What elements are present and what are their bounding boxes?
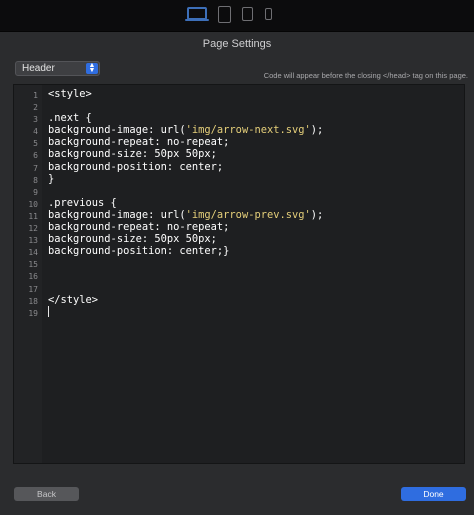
code-content[interactable]: <style> .next {background-image: url('img… [48,88,323,318]
code-text: background-image: url( [48,124,186,137]
line-numbers: 1 2 3 4 5 6 7 8 9 10 11 12 13 14 15 16 17 18 19 [14,90,38,320]
line-number: 2 [33,103,38,113]
line-number: 17 [28,284,38,294]
code-text: ); [310,124,324,137]
text-cursor [48,306,49,318]
code-text: background-repeat: no-repeat; [48,221,230,234]
code-line: background-position: center; [48,161,323,173]
line-number: 19 [28,308,38,318]
line-number: 11 [28,211,38,221]
line-number: 9 [33,187,38,197]
phone-icon[interactable] [265,8,272,20]
code-text: background-image: url( [48,208,186,221]
code-line: background-size: 50px 50px; [48,233,323,245]
code-line: background-position: center;} [48,245,323,257]
line-number: 5 [33,139,38,149]
code-line: .previous { [48,197,323,209]
line-number: 14 [28,248,38,258]
chevron-updown-icon: ▲ ▼ [86,62,98,74]
done-button[interactable]: Done [401,487,466,501]
code-text: .next { [48,112,92,125]
tablet-landscape-icon[interactable] [218,6,231,23]
code-text: .previous { [48,196,117,209]
tablet-portrait-icon[interactable] [242,7,253,21]
laptop-base [185,19,209,21]
code-text: </style> [48,293,99,306]
line-number: 18 [28,296,38,306]
line-number: 16 [28,272,38,282]
line-number: 7 [33,163,38,173]
line-number: 3 [33,115,38,125]
code-line: background-image: url('img/arrow-next.sv… [48,124,323,136]
code-text: background-size: 50px 50px; [48,148,217,161]
line-number: 15 [28,260,38,270]
code-line: } [48,173,323,185]
code-text: background-repeat: no-repeat; [48,136,230,149]
code-location-value: Header [22,63,55,74]
line-number: 4 [33,127,38,137]
code-line: background-repeat: no-repeat; [48,136,323,148]
code-line: </style> [48,294,323,306]
code-string: 'img/arrow-next.svg' [185,124,311,137]
line-number-gutter: 1 2 3 4 5 6 7 8 9 10 11 12 13 14 15 16 17 18 19 [14,85,42,463]
code-string: 'img/arrow-prev.svg' [185,208,311,221]
code-line [48,306,323,318]
code-placement-hint: Code will appear before the closing </he… [263,71,468,80]
code-line: <style> [48,88,323,100]
code-text: ); [310,208,324,221]
code-line: background-repeat: no-repeat; [48,221,323,233]
back-button[interactable]: Back [14,487,79,501]
code-text: background-position: center;} [48,245,230,258]
code-line: background-size: 50px 50px; [48,148,323,160]
code-text: background-position: center; [48,160,224,173]
line-number: 13 [28,236,38,246]
line-number: 6 [33,151,38,161]
line-number: 12 [28,224,38,234]
code-text: background-size: 50px 50px; [48,233,217,246]
code-text: } [48,172,55,185]
code-location-select[interactable]: Header ▲ ▼ [15,61,100,76]
code-line: .next { [48,112,323,124]
code-editor[interactable]: 1 2 3 4 5 6 7 8 9 10 11 12 13 14 15 16 17 18 19 <style> .ne… [13,84,465,464]
line-number: 10 [28,199,38,209]
code-text: <style> [48,88,92,100]
code-line: background-image: url('img/arrow-prev.sv… [48,209,323,221]
line-number: 8 [33,175,38,185]
dialog-title: Page Settings [202,38,272,50]
device-toolbar [0,0,474,32]
line-number: 1 [33,91,38,100]
